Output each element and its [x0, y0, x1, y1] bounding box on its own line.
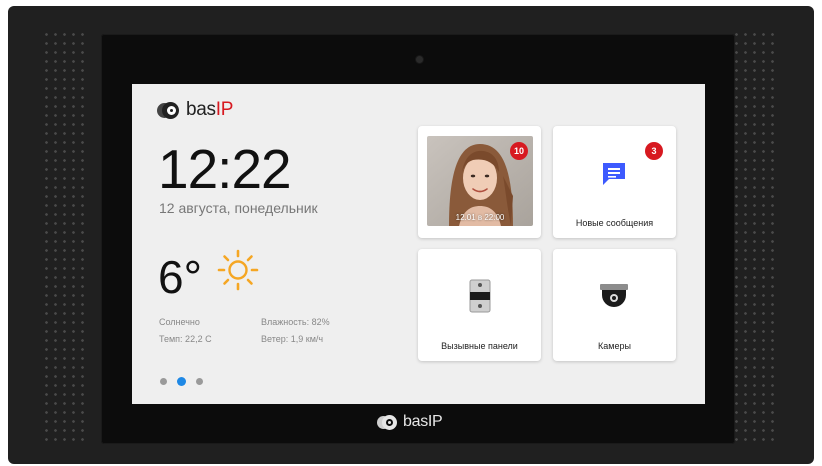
speaker-grille-right: [732, 30, 780, 442]
brand-wordmark: basIP: [186, 99, 233, 121]
page-indicator: [160, 377, 203, 386]
bezel-brand-name: bas: [403, 413, 428, 430]
intercom-panel-icon: [469, 279, 491, 313]
visitor-count-badge: 10: [510, 142, 528, 160]
cameras-label: Камеры: [598, 341, 631, 351]
bezel-logo: basIP: [377, 413, 443, 431]
weather-wind: Ветер: 1,9 км/ч: [261, 334, 324, 344]
bas-ip-logo-icon: [157, 101, 184, 119]
intercom-monitor: basIP 12:22 12 августа, понедельник 6° С…: [8, 6, 814, 464]
visitor-snapshot-tile[interactable]: 12.01 в 22:00 10: [418, 126, 541, 238]
brand-suffix: IP: [215, 99, 234, 120]
messages-count-badge: 3: [645, 142, 663, 160]
message-icon: [603, 163, 625, 185]
page-dot-active[interactable]: [177, 377, 186, 386]
messages-label: Новые сообщения: [575, 218, 654, 228]
bezel-brand-suffix: IP: [427, 413, 443, 430]
brand-name: bas: [186, 99, 216, 120]
front-camera-icon: [416, 56, 423, 63]
messages-tile[interactable]: 3 Новые сообщения: [553, 126, 676, 238]
screen-bezel: basIP 12:22 12 августа, понедельник 6° С…: [101, 34, 735, 444]
dome-camera-icon: [600, 284, 628, 307]
weather-humidity: Влажность: 82%: [261, 317, 330, 327]
home-screen: basIP 12:22 12 августа, понедельник 6° С…: [132, 84, 705, 404]
snapshot-timestamp: 12.01 в 22:00: [455, 213, 505, 222]
weather-temperature: 6°: [158, 251, 202, 303]
bezel-wordmark: basIP: [403, 413, 443, 431]
clock-time: 12:22: [158, 138, 292, 200]
call-panels-tile[interactable]: Вызывные панели: [418, 249, 541, 361]
speaker-grille-left: [42, 30, 90, 442]
clock-date: 12 августа, понедельник: [159, 200, 318, 216]
call-panels-label: Вызывные панели: [441, 341, 518, 351]
weather-condition: Солнечно: [159, 317, 200, 327]
page-dot[interactable]: [160, 378, 167, 385]
brand-logo: basIP: [157, 99, 233, 121]
cameras-tile[interactable]: Камеры: [553, 249, 676, 361]
bas-ip-logo-icon: [377, 414, 401, 430]
weather-temp-detail: Темп: 22,2 С: [159, 334, 212, 344]
page-dot[interactable]: [196, 378, 203, 385]
sun-icon: [217, 249, 259, 291]
